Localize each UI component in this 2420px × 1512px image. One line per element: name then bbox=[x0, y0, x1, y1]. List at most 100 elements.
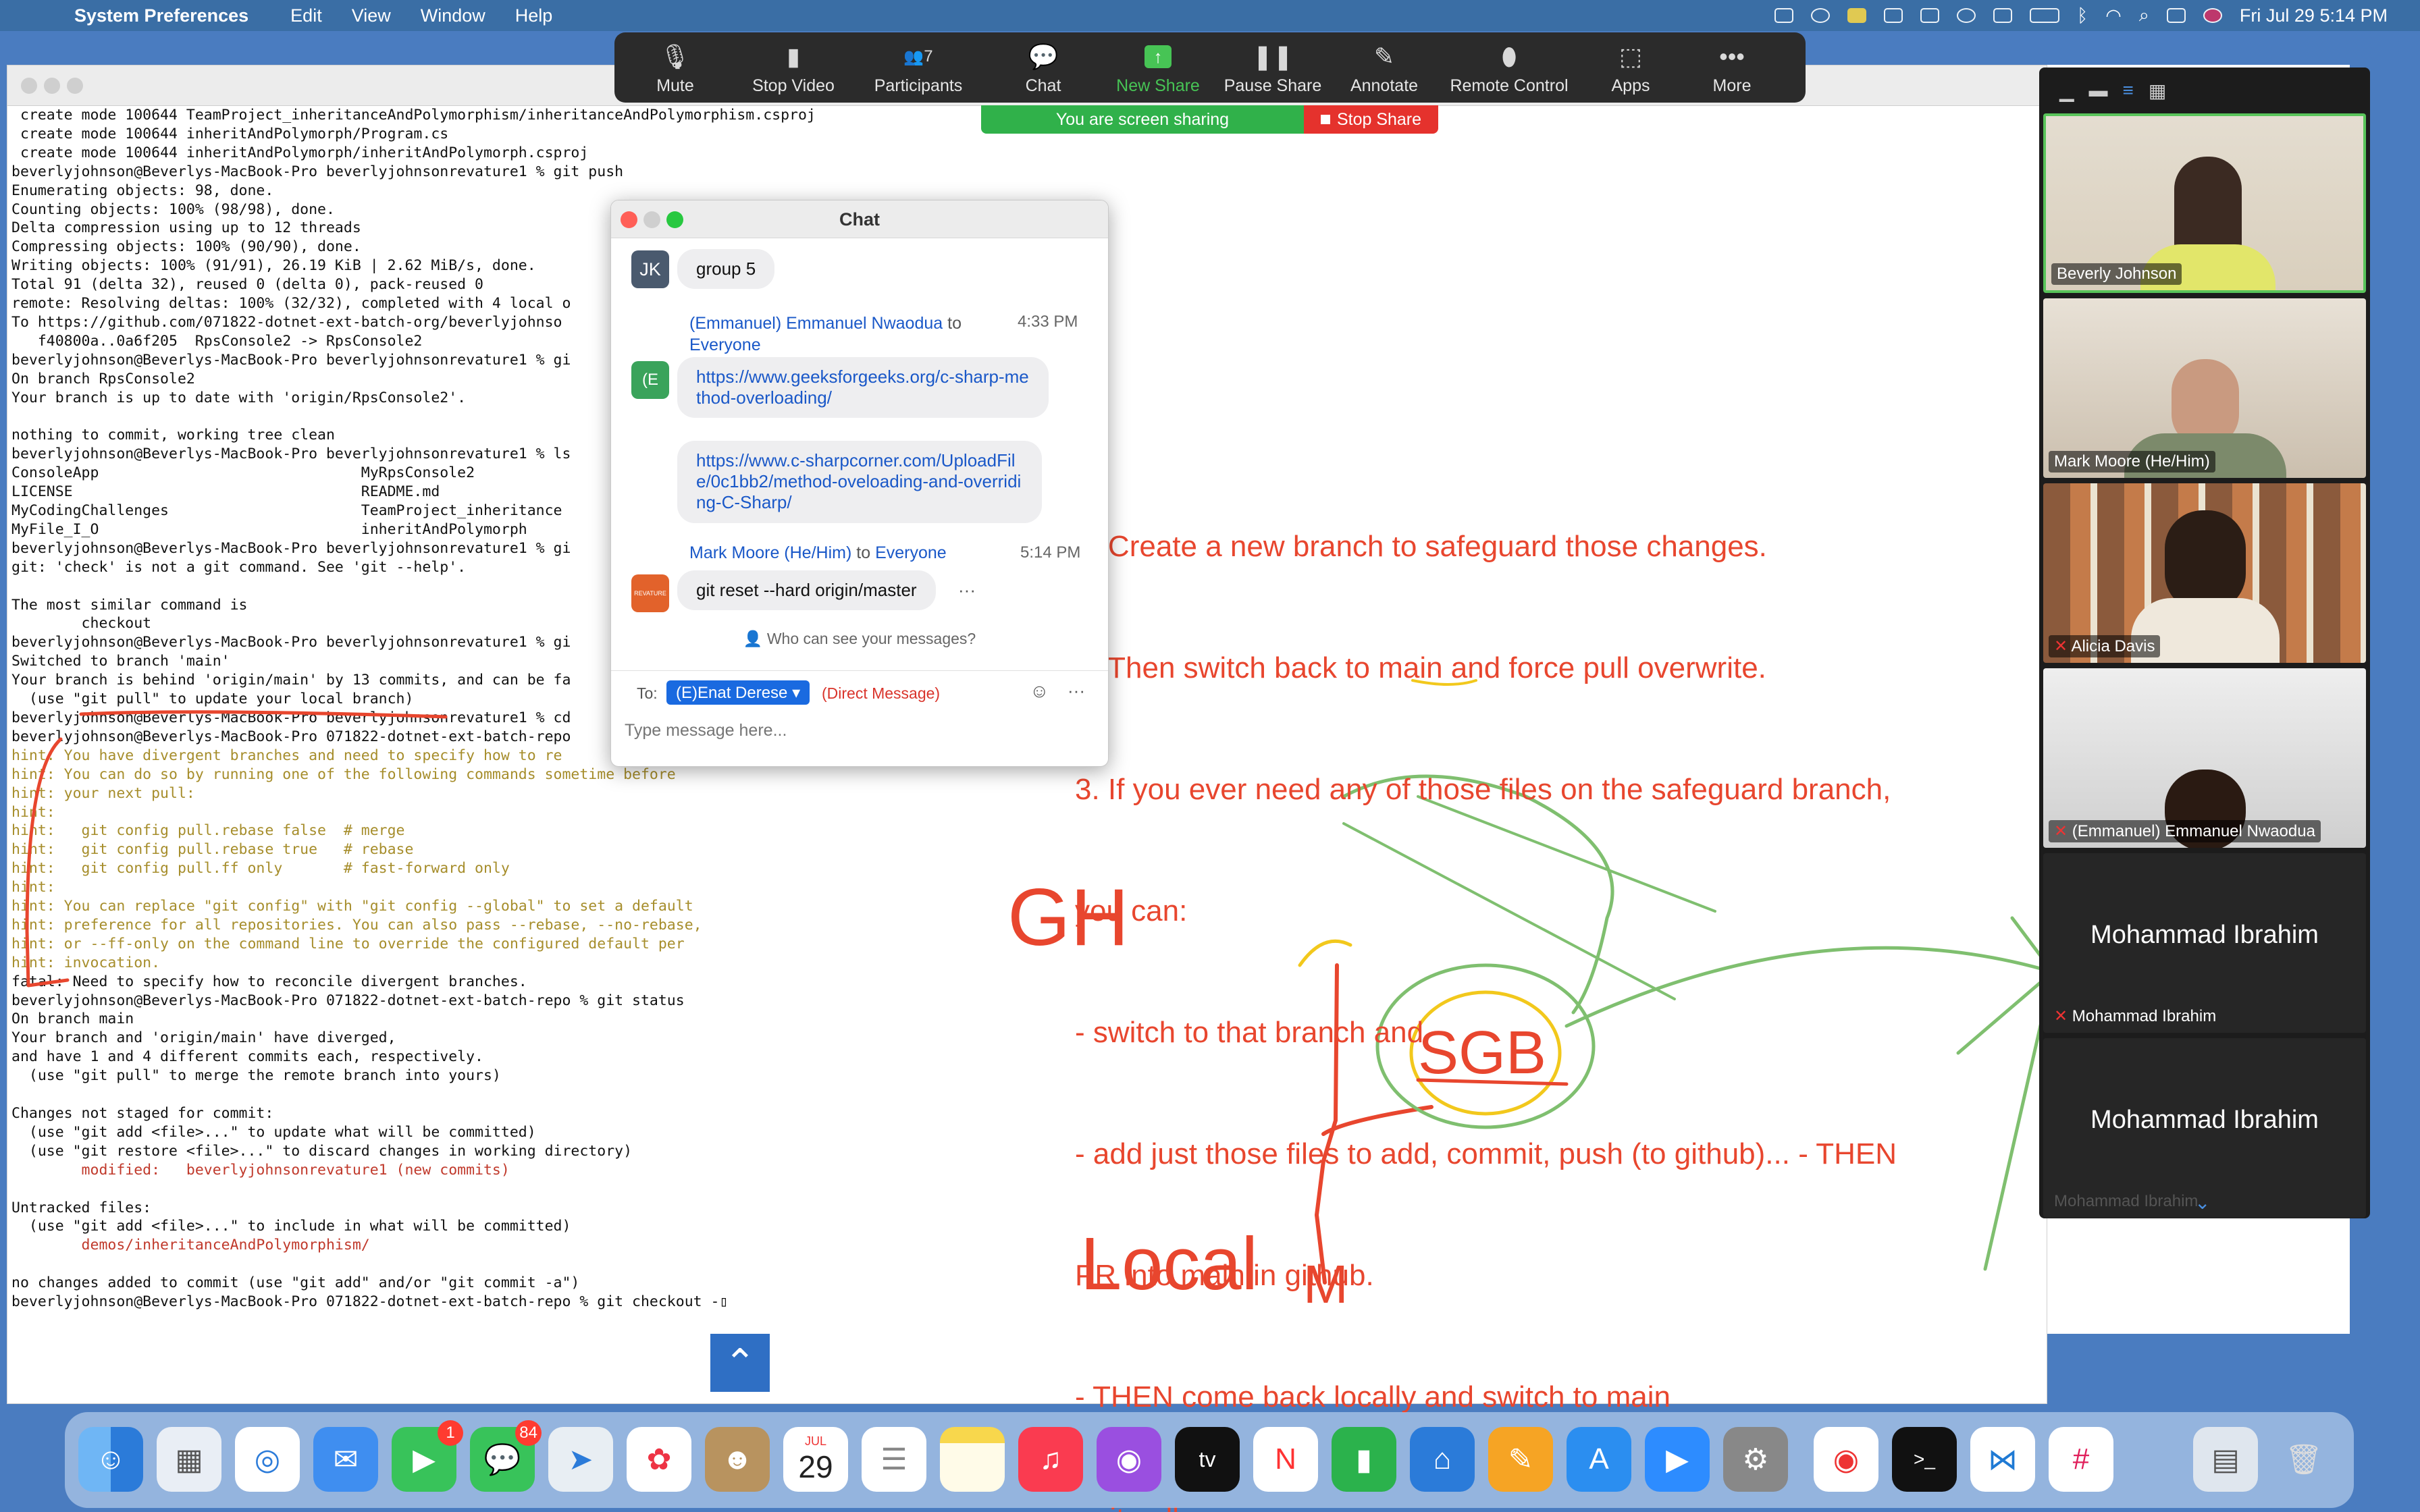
chat-button[interactable]: 💬 Chat bbox=[986, 32, 1101, 96]
notification-badge: 84 bbox=[515, 1420, 542, 1446]
muted-mic-icon: ✕ bbox=[2054, 637, 2068, 655]
apps-icon: ⬚ bbox=[1619, 43, 1642, 70]
pen-icon: ✎ bbox=[1373, 43, 1395, 70]
chat-link[interactable]: https://www.geeksforgeeks.org/c-sharp-me… bbox=[677, 357, 1049, 418]
share-icon: ↑ bbox=[1145, 45, 1172, 68]
launchpad-icon[interactable]: ▦ bbox=[157, 1427, 221, 1492]
more-options-icon[interactable]: ··· bbox=[958, 580, 976, 601]
video-tile[interactable]: ✕ Alicia Davis bbox=[2043, 483, 2366, 663]
participant-name: Beverly Johnson bbox=[2051, 263, 2182, 285]
annotation-line: - add just those files to add, commit, p… bbox=[1075, 1137, 1897, 1170]
chrome-icon[interactable]: ◉ bbox=[1814, 1427, 1878, 1492]
who-can-see-link[interactable]: 👤 Who can see your messages? bbox=[611, 630, 1108, 648]
terminal-icon[interactable]: >_ bbox=[1892, 1427, 1957, 1492]
chat-timestamp: 4:33 PM bbox=[1018, 313, 1078, 331]
muted-mic-icon: ✕ bbox=[2054, 1007, 2068, 1025]
chevron-down-icon[interactable]: ⌄ bbox=[2194, 1191, 2210, 1214]
emoji-icon[interactable]: ☺ bbox=[1030, 680, 1049, 702]
mail-icon[interactable]: ✉ bbox=[313, 1427, 378, 1492]
pause-share-button[interactable]: ❚❚ Pause Share bbox=[1215, 32, 1330, 96]
mute-button[interactable]: 🎙 Mute bbox=[614, 32, 736, 96]
dock: ☺ ▦ ◎ ✉ ▶ 1 💬 84 ➤ ✿ ☻ JUL 29 ☰ ♫ ◉ tv N ▮ … bbox=[65, 1412, 2354, 1508]
stop-share-button[interactable]: Stop Share bbox=[1304, 105, 1438, 134]
speaker-view-icon[interactable]: ≡ bbox=[2123, 80, 2134, 101]
video-tile[interactable]: Mohammad Ibrahim ✕ Mohammad Ibrahim bbox=[2043, 853, 2366, 1033]
tv-icon[interactable]: tv bbox=[1175, 1427, 1240, 1492]
safari-icon[interactable]: ◎ bbox=[235, 1427, 300, 1492]
muted-mic-icon: ✕ bbox=[2054, 822, 2068, 840]
annotate-button[interactable]: ✎ Annotate bbox=[1330, 32, 1438, 96]
remote-control-button[interactable]: ⬮ Remote Control bbox=[1438, 32, 1580, 96]
more-button[interactable]: ••• More bbox=[1681, 32, 1783, 96]
more-icon: ••• bbox=[1719, 43, 1745, 70]
news-icon[interactable]: N bbox=[1253, 1427, 1318, 1492]
chat-titlebar[interactable]: Chat bbox=[611, 200, 1108, 238]
finder-icon[interactable]: ☺ bbox=[78, 1427, 143, 1492]
hide-video-icon[interactable]: ▬ bbox=[2089, 80, 2108, 101]
mic-icon: 🎙 bbox=[660, 43, 691, 70]
recipient-dropdown[interactable]: (E)Enat Derese ▾ bbox=[666, 680, 810, 705]
annotation-text: 1. Create a new branch to safeguard thos… bbox=[1075, 446, 1897, 1512]
chat-timestamp: 5:14 PM bbox=[1020, 543, 1081, 562]
apps-button[interactable]: ⬚ Apps bbox=[1580, 32, 1681, 96]
zoom-app-icon[interactable]: ▶ bbox=[1645, 1427, 1710, 1492]
annotation-line: you can: bbox=[1075, 894, 1188, 927]
facetime-icon[interactable]: ▶ 1 bbox=[392, 1420, 463, 1492]
participant-gallery: ▁ ▬ ≡ ▦ Beverly Johnson Mark Moore (He/H… bbox=[2039, 68, 2370, 1218]
pages-icon[interactable]: ✎ bbox=[1488, 1427, 1553, 1492]
calendar-icon[interactable]: JUL 29 bbox=[783, 1427, 848, 1492]
notification-badge: 1 bbox=[438, 1420, 463, 1446]
stop-video-button[interactable]: ▮ Stop Video bbox=[736, 32, 851, 96]
minimize-icon[interactable]: ▁ bbox=[2059, 80, 2074, 102]
numbers-icon[interactable]: ▮ bbox=[1332, 1427, 1396, 1492]
avatar: JK bbox=[631, 250, 669, 288]
avatar: (E bbox=[631, 361, 669, 399]
chat-message: group 5 bbox=[677, 249, 775, 290]
participants-button[interactable]: 👥 7 Participants bbox=[851, 32, 986, 96]
revature-avatar: REVATURE bbox=[631, 574, 669, 612]
podcasts-icon[interactable]: ◉ bbox=[1097, 1427, 1161, 1492]
trash-icon[interactable]: 🗑 bbox=[2271, 1427, 2336, 1492]
video-icon: ▮ bbox=[787, 43, 800, 70]
participant-video bbox=[2165, 510, 2246, 612]
downloads-stack-icon[interactable]: ▤ bbox=[2193, 1427, 2258, 1492]
video-tile[interactable]: Mohammad Ibrahim Mohammad Ibrahim ⌄ bbox=[2043, 1038, 2366, 1218]
reminders-icon[interactable]: ☰ bbox=[862, 1427, 926, 1492]
stop-icon bbox=[1320, 115, 1330, 124]
system-preferences-icon[interactable]: ⚙ bbox=[1723, 1427, 1788, 1492]
zoom-meeting-toolbar: 🎙 Mute ▮ Stop Video 👥 7 Participants 💬 Chat ↑… bbox=[614, 32, 1806, 103]
chat-link[interactable]: https://www.c-sharpcorner.com/UploadFile… bbox=[677, 441, 1042, 523]
notes-app-icon[interactable] bbox=[940, 1427, 1005, 1492]
slack-icon[interactable]: # bbox=[2049, 1427, 2113, 1492]
chat-sender: (Emmanuel) Emmanuel Nwaodua to Everyone bbox=[689, 314, 962, 354]
vscode-icon[interactable]: ⋈ bbox=[1970, 1427, 2035, 1492]
video-tile[interactable]: Mark Moore (He/Him) bbox=[2043, 298, 2366, 478]
chat-messages[interactable]: JK group 5 (Emmanuel) Emmanuel Nwaodua t… bbox=[611, 238, 1108, 670]
new-share-button[interactable]: ↑ New Share bbox=[1101, 32, 1215, 96]
chat-minimize-button[interactable] bbox=[643, 211, 660, 228]
app-store-icon[interactable]: A bbox=[1567, 1427, 1631, 1492]
chat-message: git reset --hard origin/master bbox=[677, 570, 936, 611]
screen-sharing-indicator[interactable]: You are screen sharing bbox=[981, 105, 1304, 134]
chat-zoom-button[interactable] bbox=[666, 211, 683, 228]
keynote-icon[interactable]: ⌂ bbox=[1410, 1427, 1475, 1492]
participant-name: ✕ Mohammad Ibrahim bbox=[2054, 1007, 2217, 1025]
annotation-line: 3. If you ever need any of those files o… bbox=[1075, 773, 1891, 806]
photos-icon[interactable]: ✿ bbox=[627, 1427, 691, 1492]
grid-view-icon[interactable]: ▦ bbox=[2149, 80, 2166, 102]
annotation-line: - THEN come back locally and switch to m… bbox=[1075, 1380, 1671, 1413]
video-tile[interactable]: Beverly Johnson bbox=[2043, 113, 2366, 293]
chat-close-button[interactable] bbox=[621, 211, 637, 228]
messages-icon[interactable]: 💬 84 bbox=[470, 1420, 542, 1492]
contacts-icon[interactable]: ☻ bbox=[705, 1427, 770, 1492]
chat-message-input[interactable] bbox=[625, 716, 1084, 745]
maps-icon[interactable]: ➤ bbox=[548, 1427, 613, 1492]
more-icon[interactable]: ··· bbox=[1068, 680, 1085, 701]
participant-display-name: Mohammad Ibrahim bbox=[2090, 1106, 2319, 1134]
music-icon[interactable]: ♫ bbox=[1018, 1427, 1083, 1492]
chat-window[interactable]: Chat JK group 5 (Emmanuel) Emmanuel Nwao… bbox=[610, 200, 1109, 767]
video-tile[interactable]: ✕ (Emmanuel) Emmanuel Nwaodua bbox=[2043, 668, 2366, 848]
chat-icon: 💬 bbox=[1028, 43, 1059, 70]
pause-icon: ❚❚ bbox=[1252, 43, 1294, 70]
annotation-line: PR into main in github. bbox=[1075, 1259, 1374, 1292]
